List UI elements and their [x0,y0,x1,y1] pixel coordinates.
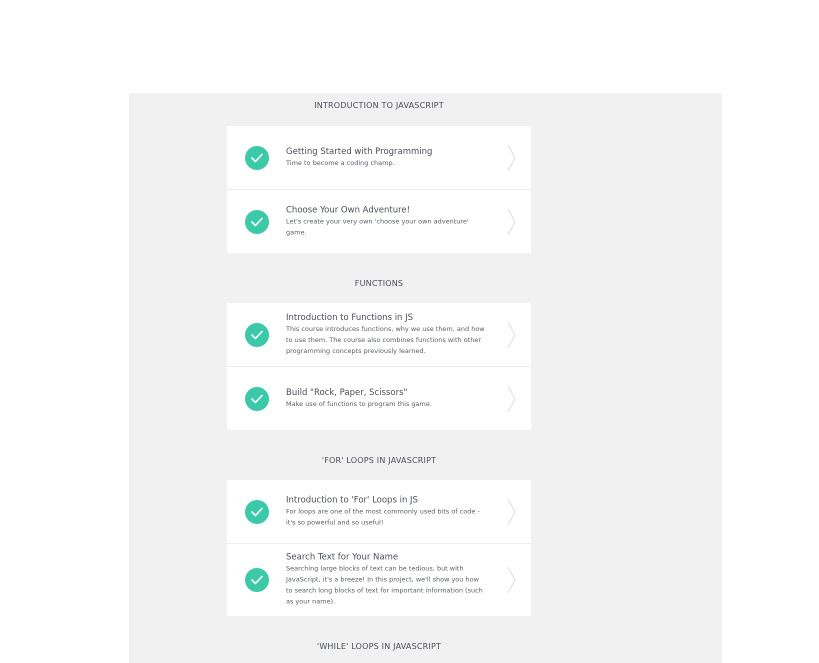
lesson-item[interactable]: Getting Started with Programming Time to… [227,126,531,190]
lesson-item[interactable]: Choose Your Own Adventure! Let's create … [227,190,531,253]
chevron-right-icon [507,321,517,353]
section-title: 'WHILE' LOOPS IN JAVASCRIPT [316,642,442,651]
course-panel: INTRODUCTION TO JAVASCRIPT Getting Start… [129,93,722,663]
lesson-description: This course introduces functions, why we… [286,324,485,355]
lesson-title: Build "Rock, Paper, Scissors" [286,387,408,398]
lesson-item[interactable]: Search Text for Your Name Searching larg… [227,544,531,616]
chevron-right-icon [507,498,517,530]
lesson-description: Time to become a coding champ. [286,158,395,167]
check-icon [245,386,269,411]
check-icon [245,145,269,170]
lesson-description: For loops are one of the most commonly u… [286,507,480,526]
lesson-card: Introduction to Functions in JS This cou… [227,303,531,430]
section-title: 'FOR' LOOPS IN JAVASCRIPT [321,456,437,465]
chevron-right-icon [507,208,517,240]
lesson-text: Introduction to 'For' Loops in JS For lo… [286,495,486,528]
check-icon [245,322,269,347]
chevron-right-icon [507,144,517,176]
lesson-text: Getting Started with Programming Time to… [286,147,486,169]
check-icon [245,209,269,234]
check-icon [245,499,269,524]
section-title: INTRODUCTION TO JAVASCRIPT [314,101,444,110]
lesson-description: Let's create your very own 'choose your … [286,217,469,236]
lesson-title: Introduction to 'For' Loops in JS [286,495,418,505]
lesson-item[interactable]: Introduction to 'For' Loops in JS For lo… [227,480,531,544]
lesson-card: Getting Started with Programming Time to… [227,126,531,253]
lesson-item[interactable]: Introduction to Functions in JS This cou… [227,303,531,367]
lesson-text: Choose Your Own Adventure! Let's create … [286,205,486,238]
lesson-title: Choose Your Own Adventure! [286,205,411,215]
lesson-title: Introduction to Functions in JS [286,312,414,323]
lesson-title: Search Text for Your Name [286,552,399,563]
lesson-text: Introduction to Functions in JS This cou… [286,313,486,357]
lesson-card: Introduction to 'For' Loops in JS For lo… [227,480,531,616]
lesson-text: Search Text for Your Name Searching larg… [286,553,486,608]
chevron-right-icon [507,385,517,417]
lesson-text: Build "Rock, Paper, Scissors" Make use o… [286,388,486,410]
check-icon [245,568,269,592]
section-title: FUNCTIONS [354,279,404,288]
lesson-description: Make use of functions to program this ga… [286,399,432,408]
lesson-description: Searching large blocks of text can be te… [286,564,483,606]
lesson-title: Getting Started with Programming [286,146,433,157]
chevron-right-icon [507,566,517,598]
lesson-item[interactable]: Build "Rock, Paper, Scissors" Make use o… [227,367,531,430]
